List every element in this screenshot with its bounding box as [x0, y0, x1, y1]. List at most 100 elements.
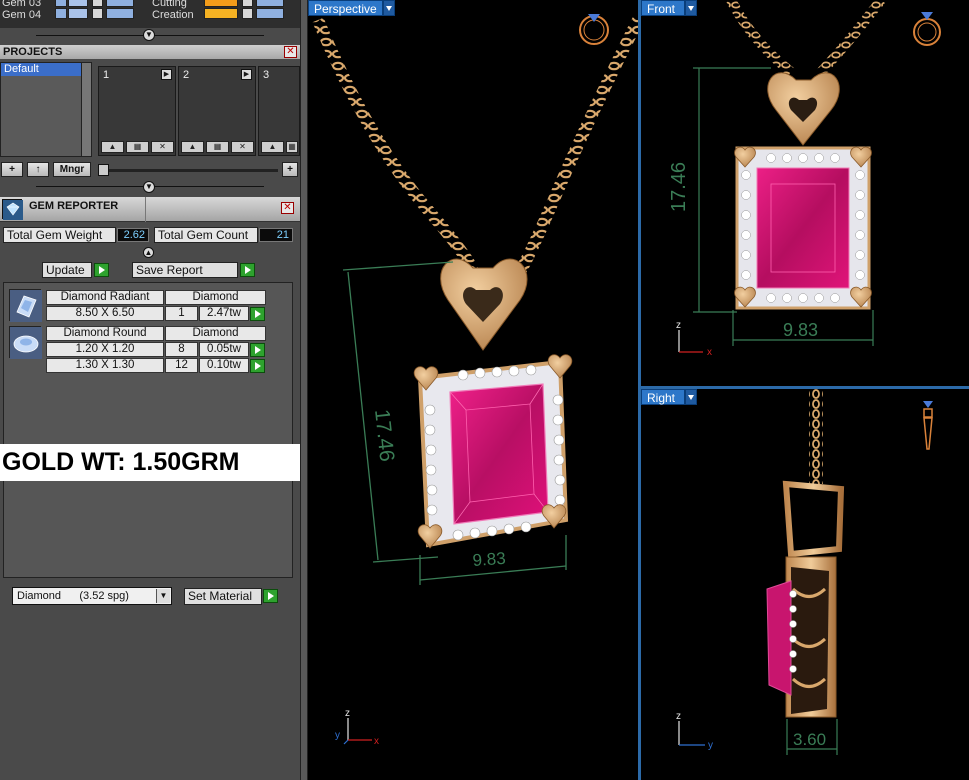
gem-material-cell: Diamond	[165, 290, 266, 305]
zoom-in-button[interactable]: +	[282, 162, 298, 177]
set-material-go-icon[interactable]	[263, 589, 278, 603]
tab-front[interactable]: Front	[641, 0, 685, 16]
project-slot[interactable]: 2 ▶ ▲ ▦ ✕	[178, 66, 256, 156]
gem-size-cell: 1.30 X 1.30	[46, 358, 164, 373]
layer-right-label: Creation	[152, 8, 194, 21]
axis-z-label: z	[676, 711, 681, 722]
projects-list[interactable]: Default	[0, 62, 92, 157]
upload-icon[interactable]: ▲	[101, 141, 124, 153]
left-panel: Gem 03 Gem 04 Cutting Creation ▼ PROJECT…	[0, 0, 300, 780]
diamond-radiant-icon	[9, 289, 42, 322]
perspective-viewport[interactable]: 17.46 9.83 z x y Perspective	[308, 0, 638, 780]
divider	[145, 197, 146, 222]
select-gem-icon[interactable]	[250, 307, 265, 321]
collapse-knob[interactable]: ▼	[143, 181, 155, 193]
save-report-go-icon[interactable]	[240, 263, 255, 277]
front-viewport[interactable]: 17.46 9.83 z x Front	[641, 0, 969, 386]
layer-row[interactable]: Gem 04	[2, 8, 41, 21]
slot-slider-thumb[interactable]	[98, 164, 109, 176]
slot-number: 3	[263, 69, 270, 81]
gem-material-cell: Diamond	[165, 326, 266, 341]
manager-button[interactable]: Mngr	[53, 162, 91, 177]
project-slot[interactable]: 3 ▲ ▦	[258, 66, 300, 156]
update-go-icon[interactable]	[94, 263, 109, 277]
lock-icon[interactable]	[242, 8, 253, 19]
layer-bar[interactable]	[106, 8, 134, 19]
layer-bar[interactable]	[106, 0, 134, 7]
save-icon[interactable]: ▦	[286, 141, 298, 153]
layer-visibility-toggle[interactable]	[55, 8, 67, 19]
material-select-value: Diamond (3.52 spg)	[17, 590, 129, 602]
gem-weight-cell: 2.47tw	[199, 306, 249, 321]
gem-count-cell: 12	[165, 358, 198, 373]
layer-color-swatch[interactable]	[204, 0, 238, 7]
material-select[interactable]: Diamond (3.52 spg) ▼	[12, 587, 172, 605]
axis-x-label: x	[707, 347, 712, 358]
close-icon[interactable]: ✕	[281, 202, 294, 214]
upload-icon[interactable]: ▲	[181, 141, 204, 153]
layer-color-swatch[interactable]	[68, 0, 88, 7]
layer-label: Gem 04	[2, 8, 42, 21]
front-height-dimension: 17.46	[668, 162, 690, 212]
slot-slider-track	[98, 169, 278, 172]
right-render: 3.60 z y	[676, 389, 933, 755]
layer-bar[interactable]	[256, 8, 284, 19]
save-report-button[interactable]: Save Report	[132, 262, 238, 278]
ring-icon	[913, 12, 941, 46]
play-icon[interactable]: ▶	[161, 69, 172, 80]
gem-reporter-title: GEM REPORTER	[29, 200, 119, 212]
splitter[interactable]	[300, 0, 308, 780]
layers-panel: Gem 03 Gem 04 Cutting Creation	[0, 0, 300, 28]
chevron-down-icon[interactable]	[685, 389, 697, 405]
perspective-width-dimension: 9.83	[472, 549, 506, 570]
lock-icon[interactable]	[92, 8, 103, 19]
pendant-side-icon	[923, 401, 933, 450]
project-item-default[interactable]: Default	[1, 63, 91, 76]
play-icon[interactable]: ▶	[241, 69, 252, 80]
gem-report-table: Diamond Radiant Diamond 8.50 X 6.50 1 2.…	[3, 282, 293, 578]
perspective-render: 17.46 9.83 z x y	[312, 14, 638, 747]
projects-scrollbar[interactable]	[81, 63, 91, 156]
lock-icon[interactable]	[92, 0, 103, 7]
gold-weight-note: GOLD WT: 1.50GRM	[0, 444, 300, 481]
lock-icon[interactable]	[242, 0, 253, 7]
front-width-dimension: 9.83	[783, 320, 818, 340]
total-weight-value: 2.62	[117, 228, 149, 242]
upload-icon[interactable]: ▲	[261, 141, 284, 153]
gem-size-cell: 1.20 X 1.20	[46, 342, 164, 357]
gem-shape-cell: Diamond Radiant	[46, 290, 164, 305]
gem-count-cell: 8	[165, 342, 198, 357]
front-render: 17.46 9.83 z x	[668, 0, 941, 358]
total-count-value: 21	[259, 228, 293, 242]
set-material-button[interactable]: Set Material	[184, 588, 262, 605]
layer-visibility-toggle[interactable]	[55, 0, 67, 7]
delete-icon[interactable]: ✕	[151, 141, 174, 153]
close-icon[interactable]: ✕	[284, 46, 297, 58]
select-gem-icon[interactable]	[250, 359, 265, 373]
axis-y-label: y	[708, 740, 713, 751]
axis-x-label: x	[374, 736, 379, 747]
move-up-button[interactable]: ↑	[27, 162, 49, 177]
chevron-down-icon[interactable]	[685, 0, 697, 16]
save-icon[interactable]: ▦	[126, 141, 149, 153]
tab-right[interactable]: Right	[641, 389, 685, 405]
slot-number: 1	[103, 69, 110, 81]
delete-icon[interactable]: ✕	[231, 141, 254, 153]
update-button[interactable]: Update	[42, 262, 92, 278]
chevron-down-icon[interactable]: ▼	[156, 589, 170, 603]
project-slot[interactable]: 1 ▶ ▲ ▦ ✕	[98, 66, 176, 156]
chevron-down-icon[interactable]	[383, 0, 395, 16]
tab-perspective[interactable]: Perspective	[308, 0, 383, 16]
layer-bar[interactable]	[256, 0, 284, 7]
gem-reporter-header: GEM REPORTER	[0, 197, 300, 222]
save-icon[interactable]: ▦	[206, 141, 229, 153]
select-gem-icon[interactable]	[250, 343, 265, 357]
ring-icon	[579, 14, 609, 45]
projects-title: PROJECTS	[3, 46, 63, 58]
collapse-knob[interactable]: ▼	[143, 29, 155, 41]
collapse-knob[interactable]: ▲	[143, 247, 154, 258]
add-project-button[interactable]: +	[1, 162, 23, 177]
layer-color-swatch[interactable]	[68, 8, 88, 19]
right-viewport[interactable]: 3.60 z y Right	[641, 389, 969, 780]
layer-color-swatch[interactable]	[204, 8, 238, 19]
